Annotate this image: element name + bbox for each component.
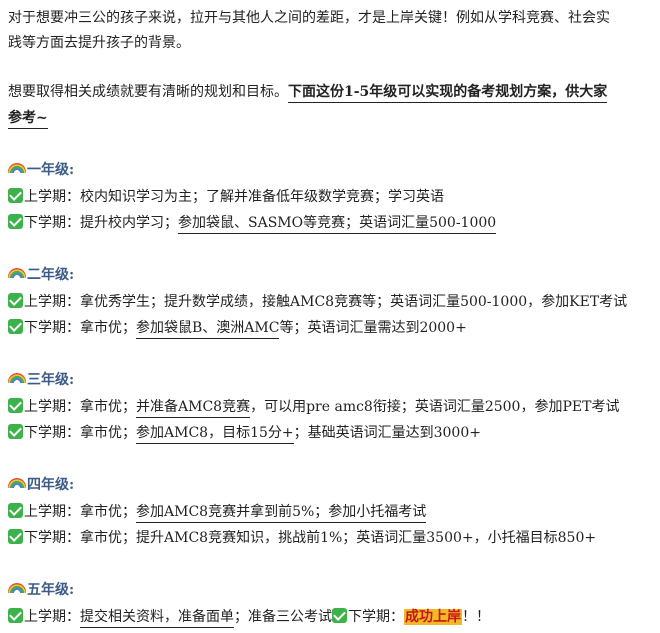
check-icon — [8, 503, 23, 518]
rainbow-icon — [8, 268, 26, 278]
term-label: 下学期： — [24, 215, 80, 231]
grade-3-term-1: 上学期：拿市优；并准备AMC8竞赛，可以用pre amc8衔接；英语词汇量250… — [8, 397, 620, 418]
term-text-underlined: 参加袋鼠、SASMO等竞赛；英语词汇量500-1000 — [178, 215, 497, 234]
check-icon — [8, 319, 23, 334]
term-text: 拿优秀学生；提升数学成绩，接触AMC8竞赛等；英语词汇量500-1000，参加K… — [80, 294, 628, 310]
term-text-underlined: 参加袋鼠B、澳洲AMC — [136, 320, 280, 339]
check-icon — [8, 293, 23, 308]
term-text: 拿市优； — [80, 425, 136, 441]
term-text: 拿市优； — [80, 320, 136, 336]
grade-5-heading: 五年级: — [8, 580, 74, 600]
check-icon — [8, 188, 23, 203]
rainbow-icon — [8, 373, 26, 383]
grade-1-term-1: 上学期：校内知识学习为主；了解并准备低年级数学竞赛；学习英语 — [8, 187, 444, 207]
term-text: 提升校内学习； — [80, 215, 178, 231]
rainbow-icon — [8, 478, 26, 488]
term-text: 等；英语词汇量需达到2000+ — [279, 320, 467, 336]
grade-5-terms: 上学期：提交相关资料，准备面单；准备三公考试 下学期：成功上岸！！ — [8, 607, 490, 628]
plan-intro-bold-1: 下面这份1-5年级可以实现的备考规划方案，供大家 — [288, 84, 608, 103]
term-text-underlined: 参加AMC8竞赛并拿到前5%；参加小托福考试 — [136, 504, 427, 523]
term-text: 拿市优；提升AMC8竞赛知识，挑战前1%；英语词汇量3500+，小托福目标850… — [80, 530, 597, 546]
term-label: 下学期： — [24, 425, 80, 441]
check-icon — [8, 214, 23, 229]
term-label: 上学期： — [24, 399, 80, 415]
term-label: 下学期： — [348, 609, 404, 625]
plan-line-1: 想要取得相关成绩就要有清晰的规划和目标。下面这份1-5年级可以实现的备考规划方案… — [8, 82, 608, 103]
check-icon — [8, 608, 23, 623]
check-icon — [8, 398, 23, 413]
term-label: 上学期： — [24, 609, 80, 625]
grade-4-term-1: 上学期：拿市优；参加AMC8竞赛并拿到前5%；参加小托福考试 — [8, 502, 427, 523]
grade-3-term-2: 下学期：拿市优；参加AMC8，目标15分+；基础英语词汇量达到3000+ — [8, 423, 481, 444]
grade-1-term-2: 下学期：提升校内学习；参加袋鼠、SASMO等竞赛；英语词汇量500-1000 — [8, 213, 497, 234]
term-label: 上学期： — [24, 189, 80, 205]
check-icon — [8, 529, 23, 544]
term-label: 下学期： — [24, 530, 80, 546]
plan-line-2: 参考~ — [8, 108, 48, 129]
plan-intro-text: 想要取得相关成绩就要有清晰的规划和目标。 — [8, 84, 288, 100]
plan-intro-bold-2: 参考~ — [8, 110, 48, 129]
check-icon — [8, 424, 23, 439]
grade-1-title: 一年级: — [27, 162, 75, 178]
grade-2-heading: 二年级: — [8, 265, 74, 285]
check-icon — [332, 608, 347, 623]
rainbow-icon — [8, 163, 26, 173]
grade-4-title: 四年级: — [27, 477, 75, 493]
grade-1-heading: 一年级: — [8, 160, 74, 180]
term-text: ；准备三公考试 — [234, 609, 332, 625]
term-text: ！！ — [462, 609, 490, 625]
grade-2-term-2: 下学期：拿市优；参加袋鼠B、澳洲AMC等；英语词汇量需达到2000+ — [8, 318, 467, 339]
term-text: 校内知识学习为主；了解并准备低年级数学竞赛；学习英语 — [80, 189, 444, 205]
grade-3-heading: 三年级: — [8, 370, 74, 390]
success-highlight: 成功上岸 — [404, 609, 462, 625]
grade-4-term-2: 下学期：拿市优；提升AMC8竞赛知识，挑战前1%；英语词汇量3500+，小托福目… — [8, 528, 596, 548]
term-text: 拿市优； — [80, 399, 136, 415]
term-text: ；基础英语词汇量达到3000+ — [293, 425, 481, 441]
term-text: 拿市优； — [80, 504, 136, 520]
grade-2-title: 二年级: — [27, 267, 75, 283]
intro-line-1: 对于想要冲三公的孩子来说，拉开与其他人之间的差距，才是上岸关键！例如从学科竞赛、… — [8, 10, 610, 26]
term-text: ，可以用pre amc8衔接；英语词汇量2500，参加PET考试 — [250, 399, 620, 415]
term-text-underlined: 提交相关资料，准备面单 — [80, 609, 234, 628]
grade-3-title: 三年级: — [27, 372, 75, 388]
grade-5-title: 五年级: — [27, 582, 75, 598]
term-text-underlined: 参加AMC8，目标15分+ — [136, 425, 294, 444]
intro-line-2: 践等方面去提升孩子的背景。 — [8, 35, 190, 51]
rainbow-icon — [8, 583, 26, 593]
grade-2-term-1: 上学期：拿优秀学生；提升数学成绩，接触AMC8竞赛等；英语词汇量500-1000… — [8, 292, 627, 312]
term-text-underlined: 并准备AMC8竞赛 — [136, 399, 251, 418]
term-label: 上学期： — [24, 504, 80, 520]
term-label: 上学期： — [24, 294, 80, 310]
term-label: 下学期： — [24, 320, 80, 336]
grade-4-heading: 四年级: — [8, 475, 74, 495]
article: 对于想要冲三公的孩子来说，拉开与其他人之间的差距，才是上岸关键！例如从学科竞赛、… — [0, 0, 660, 633]
